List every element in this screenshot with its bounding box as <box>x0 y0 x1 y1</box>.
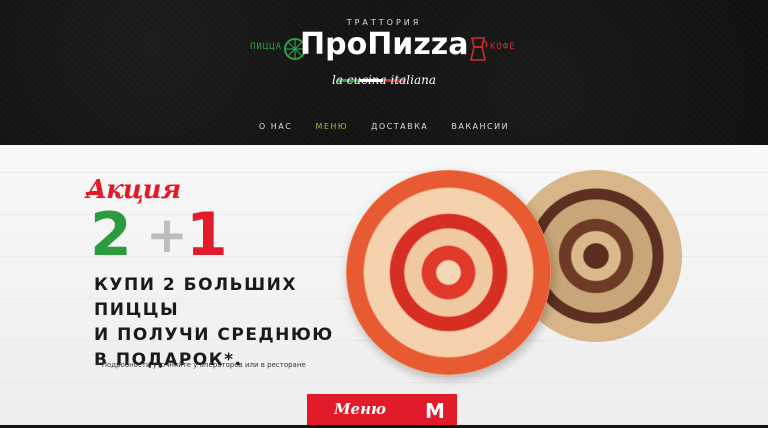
coffee-pot-icon <box>469 37 488 61</box>
pizza-image-pepperoni <box>346 170 551 375</box>
logo-brand-name: ПроПиzza <box>300 27 469 62</box>
promo-number-two: 2 <box>90 200 132 270</box>
nav-item-menu[interactable]: МЕНЮ <box>315 122 348 131</box>
promo-number-one: 1 <box>186 200 228 270</box>
offer-line: КУПИ 2 БОЛЬШИХ ПИЦЦЫ <box>94 275 297 320</box>
logo-tagline: la cucina italiana <box>331 73 437 87</box>
akcia-swoosh <box>86 192 100 195</box>
offer-line: И ПОЛУЧИ СРЕДНЮЮ <box>94 325 334 345</box>
promo-footnote: * Подробности уточняйте у операторов или… <box>96 361 306 369</box>
site-header: ТРАТТОРИЯ ПИЦЦА ПроПиzza КОФЕ la cucina … <box>0 0 768 145</box>
nav-item-delivery[interactable]: ДОСТАВКА <box>371 122 428 131</box>
nav-item-about[interactable]: О НАС <box>259 122 292 131</box>
nav-item-vacancies[interactable]: ВАКАНСИИ <box>451 122 509 131</box>
promo-plus-sign: + <box>146 206 188 264</box>
promo-offer-text: КУПИ 2 БОЛЬШИХ ПИЦЦЫ И ПОЛУЧИ СРЕДНЮЮ В … <box>94 273 354 373</box>
main-nav: О НАС МЕНЮ ДОСТАВКА ВАКАНСИИ <box>0 114 768 131</box>
italian-flag-stripe <box>337 67 407 82</box>
menu-button-partial[interactable]: М <box>413 394 457 425</box>
promo-banner[interactable]: Акция 2 + 1 КУПИ 2 БОЛЬШИХ ПИЦЦЫ И ПОЛУЧ… <box>0 145 768 425</box>
menu-button[interactable]: Меню <box>307 394 413 425</box>
logo-trattoria-text: ТРАТТОРИЯ <box>346 18 422 27</box>
logo-pizza-word: ПИЦЦА <box>250 42 283 52</box>
logo-coffee-word: КОФЕ <box>490 42 516 52</box>
brand-logo[interactable]: ТРАТТОРИЯ ПИЦЦА ПроПиzza КОФЕ la cucina … <box>0 18 768 100</box>
